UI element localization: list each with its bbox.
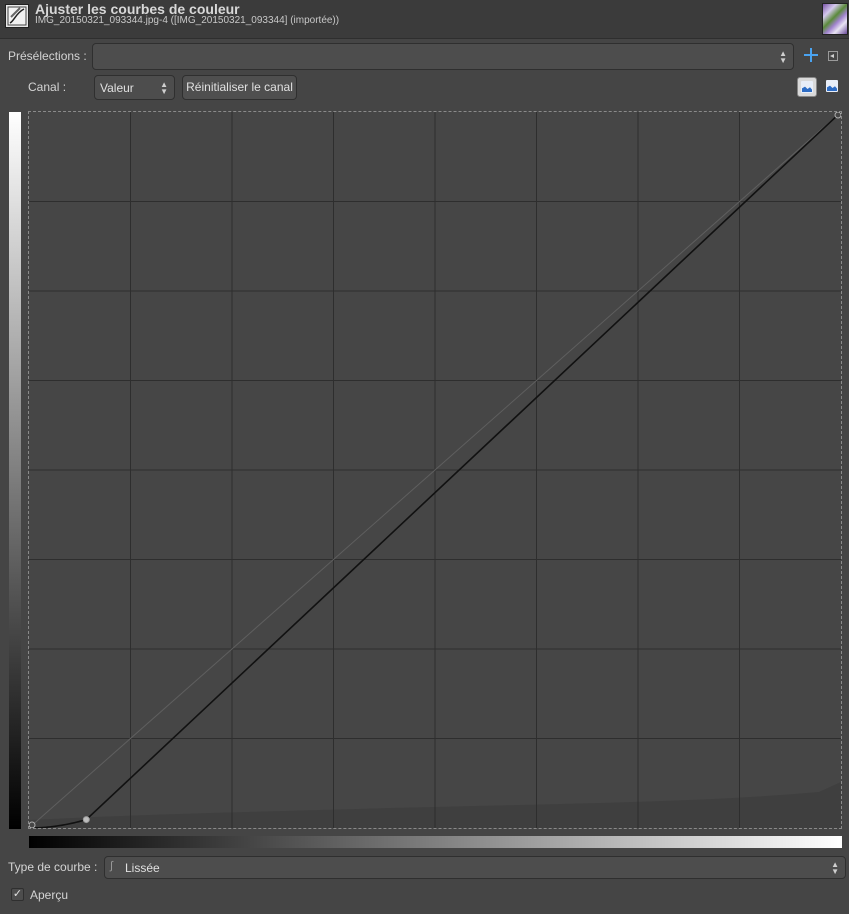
- image-thumbnail: [822, 3, 848, 35]
- output-gradient-bar: [9, 112, 21, 829]
- channel-value: Valeur: [100, 81, 134, 95]
- plus-icon[interactable]: [804, 48, 818, 62]
- channel-combo[interactable]: Valeur ▲ ▼: [94, 75, 175, 100]
- dialog-header: Ajuster les courbes de couleur IMG_20150…: [0, 0, 849, 39]
- curve-editor[interactable]: [28, 111, 842, 829]
- combo-arrows-icon: ▲ ▼: [831, 859, 839, 876]
- dialog-subtitle: IMG_20150321_093344.jpg-4 ([IMG_20150321…: [35, 15, 340, 26]
- smooth-curve-icon: ∫: [110, 860, 114, 872]
- preview-label: Aperçu: [30, 888, 69, 902]
- histogram-linear-button[interactable]: [797, 77, 817, 97]
- channel-label: Canal :: [28, 80, 67, 94]
- curve-type-label: Type de courbe :: [8, 860, 98, 874]
- combo-arrows-icon: ▲ ▼: [779, 48, 787, 65]
- curve-control-point[interactable]: [29, 821, 36, 828]
- curve-type-combo[interactable]: ∫ Lissée ▲ ▼: [104, 856, 846, 879]
- curve-type-value: Lissée: [125, 861, 160, 875]
- combo-arrows-icon: ▲ ▼: [160, 79, 168, 96]
- menu-arrow-icon[interactable]: [828, 51, 838, 61]
- presets-combo[interactable]: ▲ ▼: [92, 43, 794, 70]
- presets-label: Présélections :: [8, 49, 87, 63]
- curves-tool-icon: [5, 4, 29, 28]
- histogram-linear-icon: [801, 81, 813, 93]
- curve-control-point[interactable]: [834, 112, 841, 119]
- preview-checkbox[interactable]: ✓: [11, 888, 24, 901]
- reset-channel-button[interactable]: Réinitialiser le canal: [182, 75, 297, 100]
- curve-canvas[interactable]: [29, 112, 841, 828]
- curve-control-point[interactable]: [82, 816, 90, 824]
- histogram-log-button[interactable]: [823, 77, 843, 97]
- input-gradient-bar: [29, 836, 842, 848]
- histogram-log-icon: [826, 80, 838, 92]
